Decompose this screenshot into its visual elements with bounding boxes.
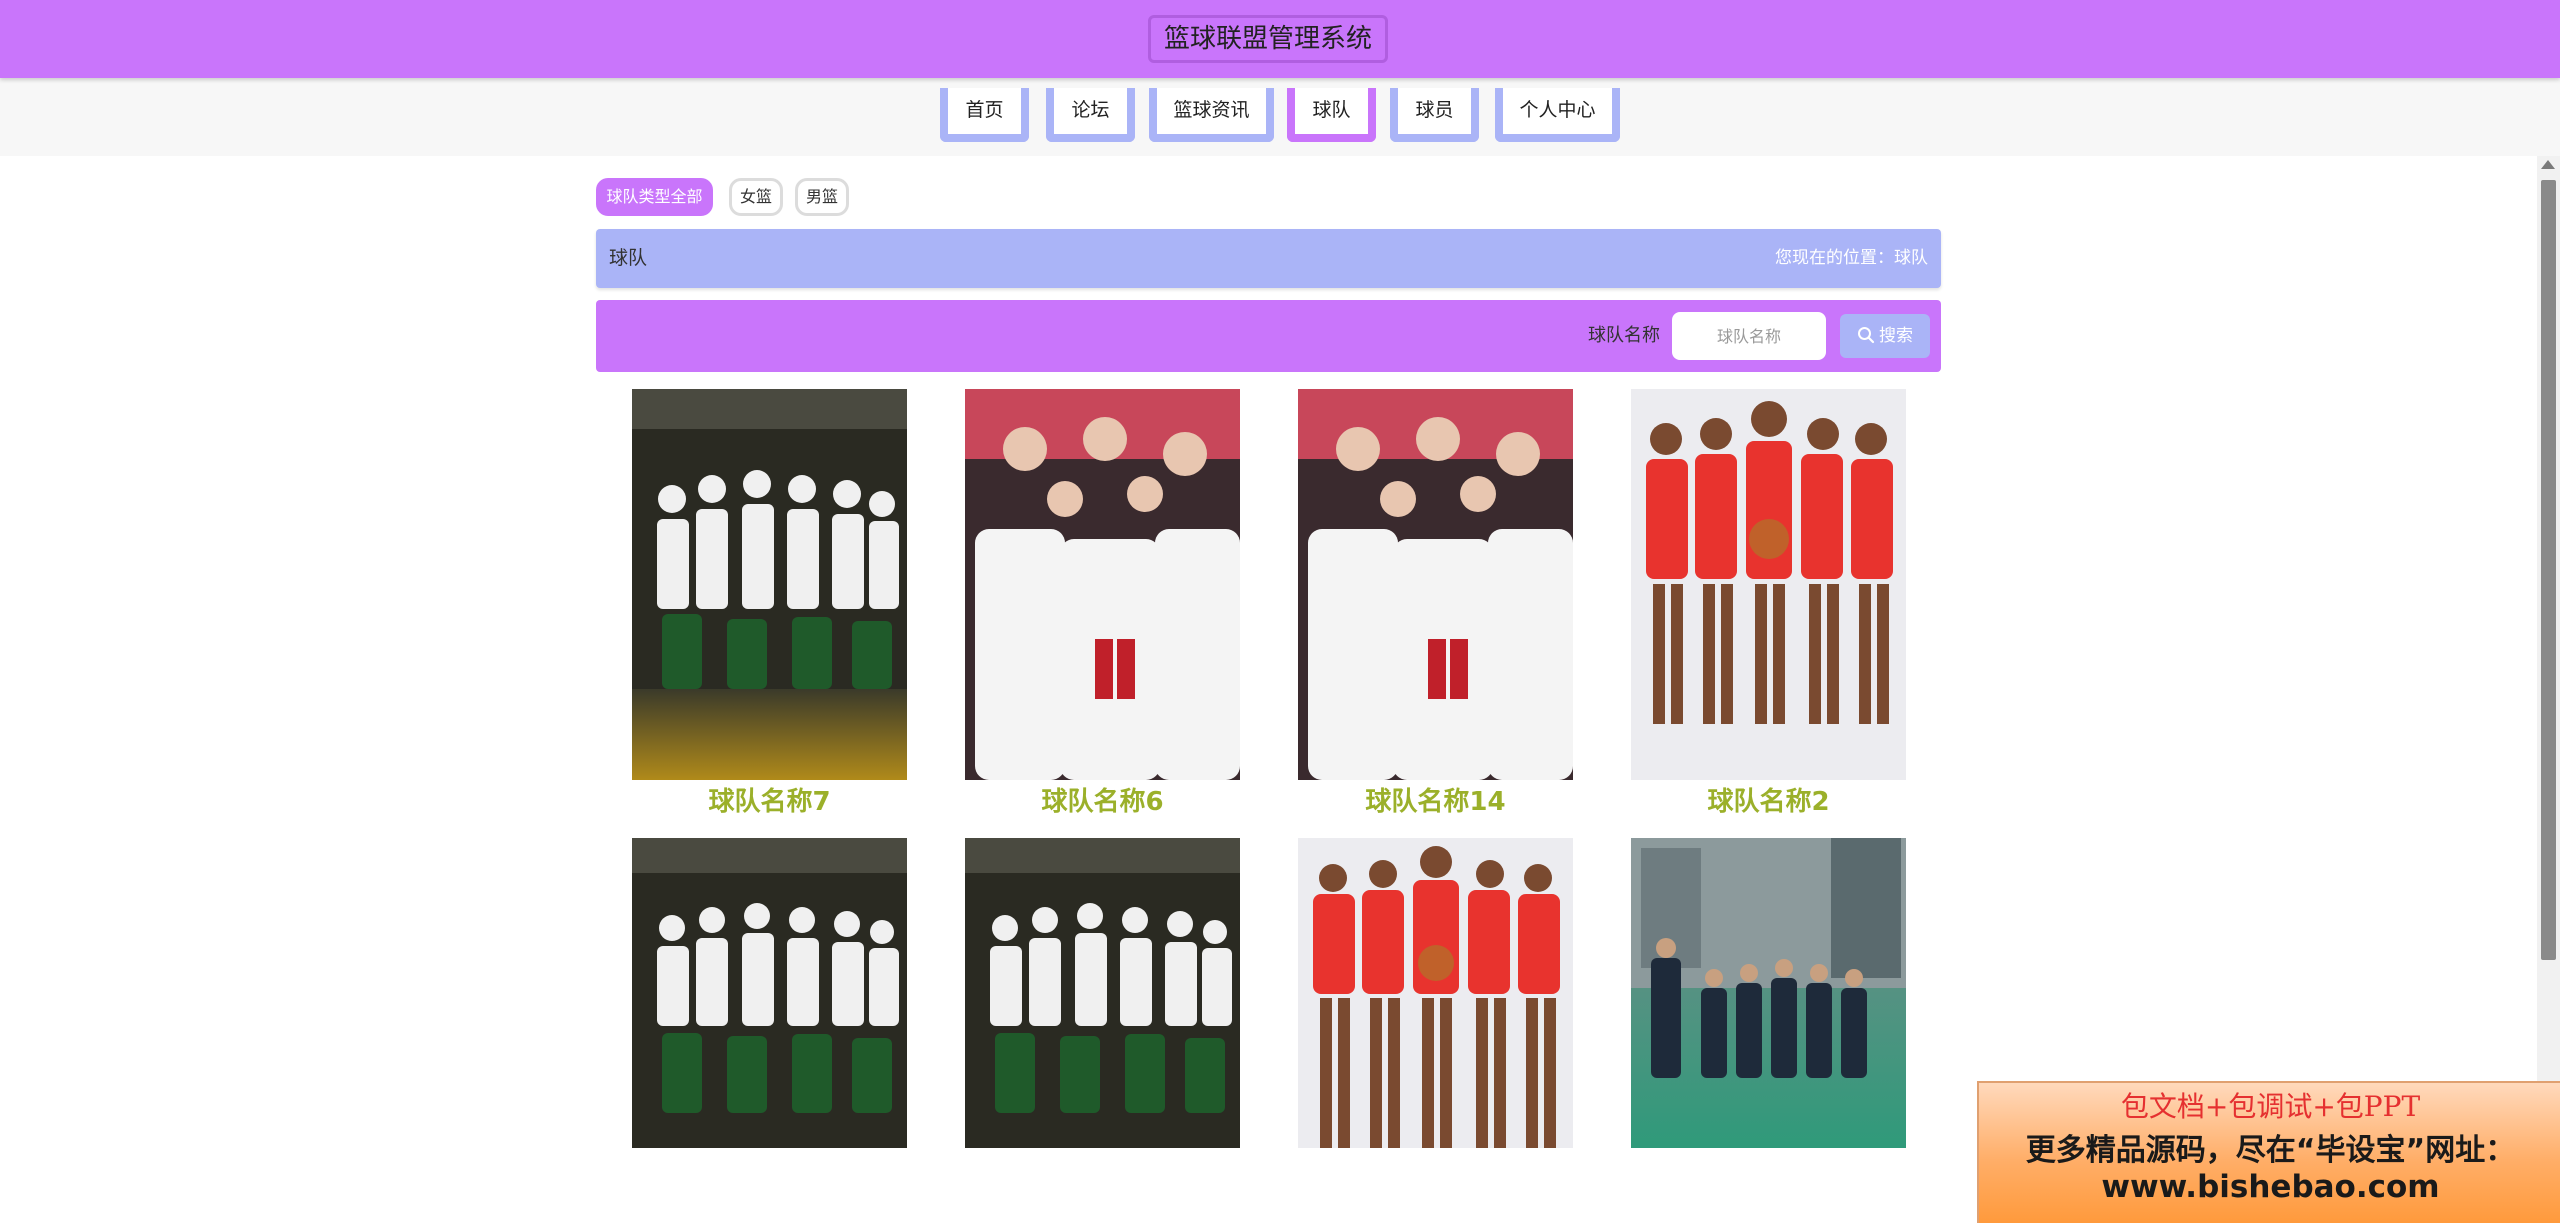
team-name[interactable]: 球队名称7 [632,781,907,818]
team-name[interactable]: 球队名称2 [1631,781,1906,818]
team-card-image[interactable] [1298,389,1573,780]
team-card-image[interactable] [965,838,1240,1148]
search-button[interactable]: 搜索 [1840,314,1930,358]
team-card-image[interactable] [632,838,907,1148]
site-title: 篮球联盟管理系统 [1148,15,1388,63]
search-bar: 球队名称 搜索 [596,300,1941,372]
team-card-image[interactable] [1631,389,1906,780]
nav-item-profile[interactable]: 个人中心 [1495,88,1620,142]
team-name[interactable]: 球队名称14 [1298,781,1573,818]
cavaliers-lineup-photo-icon [1298,838,1573,1148]
promo-url[interactable]: www.bishebao.com [1979,1169,2560,1205]
team-card-image[interactable] [1631,838,1906,1148]
team-huddle-photo-icon [965,389,1240,780]
nav-item-players[interactable]: 球员 [1390,88,1479,142]
promo-banner[interactable]: 包文档+包调试+包PPT 更多精品源码，尽在“毕设宝”网址： www.bishe… [1977,1081,2560,1223]
promo-line-2: 更多精品源码，尽在“毕设宝”网址： [2025,1133,2516,1168]
nav-item-news[interactable]: 篮球资讯 [1149,88,1274,142]
celtics-championship-photo-icon [632,838,907,1148]
nav-item-home[interactable]: 首页 [940,88,1029,142]
celtics-championship-photo-icon [965,838,1240,1148]
filter-men-button[interactable]: 男篮 [795,178,849,216]
current-location: 您现在的位置：球队 [1775,248,1928,268]
filter-all-button[interactable]: 球队类型全部 [596,178,713,216]
team-card-image[interactable] [632,389,907,780]
nav-item-forum[interactable]: 论坛 [1046,88,1135,142]
main-nav: 首页 论坛 篮球资讯 球队 球员 个人中心 [0,78,2560,156]
team-name[interactable]: 球队名称6 [965,781,1240,818]
team-card-image[interactable] [965,389,1240,780]
search-label: 球队名称 [1588,325,1660,346]
breadcrumb: 球队 您现在的位置：球队 [596,229,1941,288]
nav-item-teams[interactable]: 球队 [1287,88,1376,142]
scroll-up-icon[interactable] [2541,160,2555,169]
cavaliers-lineup-photo-icon [1631,389,1906,780]
amateur-team-outdoor-photo-icon [1631,838,1906,1148]
celtics-championship-photo-icon [632,389,907,780]
filter-women-button[interactable]: 女篮 [729,178,783,216]
search-input[interactable] [1672,312,1826,360]
promo-line-1: 包文档+包调试+包PPT [2120,1090,2421,1123]
search-icon [1858,327,1875,344]
section-title: 球队 [609,247,648,269]
scrollbar-thumb[interactable] [2541,180,2556,960]
page-scrollbar[interactable] [2537,156,2560,1223]
search-button-label: 搜索 [1879,326,1913,346]
team-card-image[interactable] [1298,838,1573,1148]
team-huddle-photo-icon [1298,389,1573,780]
app-header: 篮球联盟管理系统 [0,0,2560,78]
